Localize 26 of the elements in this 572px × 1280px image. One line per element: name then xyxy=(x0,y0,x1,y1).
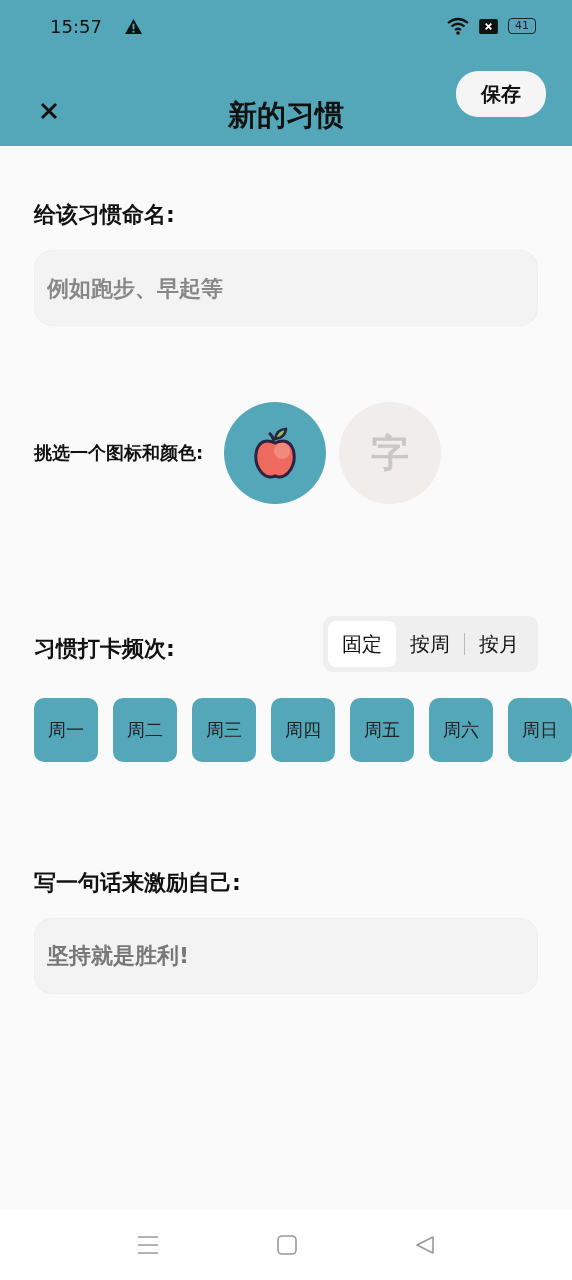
section-label: 写一句话来激励自己: xyxy=(34,869,242,897)
menu-icon[interactable] xyxy=(137,1235,159,1255)
frequency-tab[interactable]: 固定 xyxy=(328,621,396,667)
battery-indicator: 41 xyxy=(508,18,536,34)
back-icon[interactable] xyxy=(415,1235,435,1255)
save-button[interactable]: 保存 xyxy=(456,71,546,117)
weekday-chip[interactable]: 周一 xyxy=(34,698,98,762)
section-label: 习惯打卡频次: xyxy=(34,635,175,663)
motto-field[interactable]: 坚持就是胜利! xyxy=(34,918,538,994)
weekday-chip[interactable]: 周六 xyxy=(429,698,493,762)
weekday-chip[interactable]: 周日 xyxy=(508,698,572,762)
weekday-chip[interactable]: 周二 xyxy=(113,698,177,762)
warning-icon xyxy=(123,17,143,35)
page-title: 新的习惯 xyxy=(228,97,344,134)
frequency-tab[interactable]: 按月 xyxy=(465,621,533,667)
weekday-chip[interactable]: 周四 xyxy=(271,698,335,762)
name-field[interactable]: 例如跑步、早起等 xyxy=(34,250,538,326)
wifi-icon xyxy=(447,17,469,35)
weekday-chip[interactable]: 周五 xyxy=(350,698,414,762)
no-sim-icon xyxy=(479,18,498,34)
weekday-chip[interactable]: 周三 xyxy=(192,698,256,762)
status-time: 15:57 xyxy=(50,15,102,37)
home-icon[interactable] xyxy=(277,1235,297,1255)
frequency-tab[interactable]: 按周 xyxy=(396,621,464,667)
section-label: 给该习惯命名: xyxy=(34,201,176,229)
section-label: 挑选一个图标和颜色: xyxy=(34,441,204,465)
